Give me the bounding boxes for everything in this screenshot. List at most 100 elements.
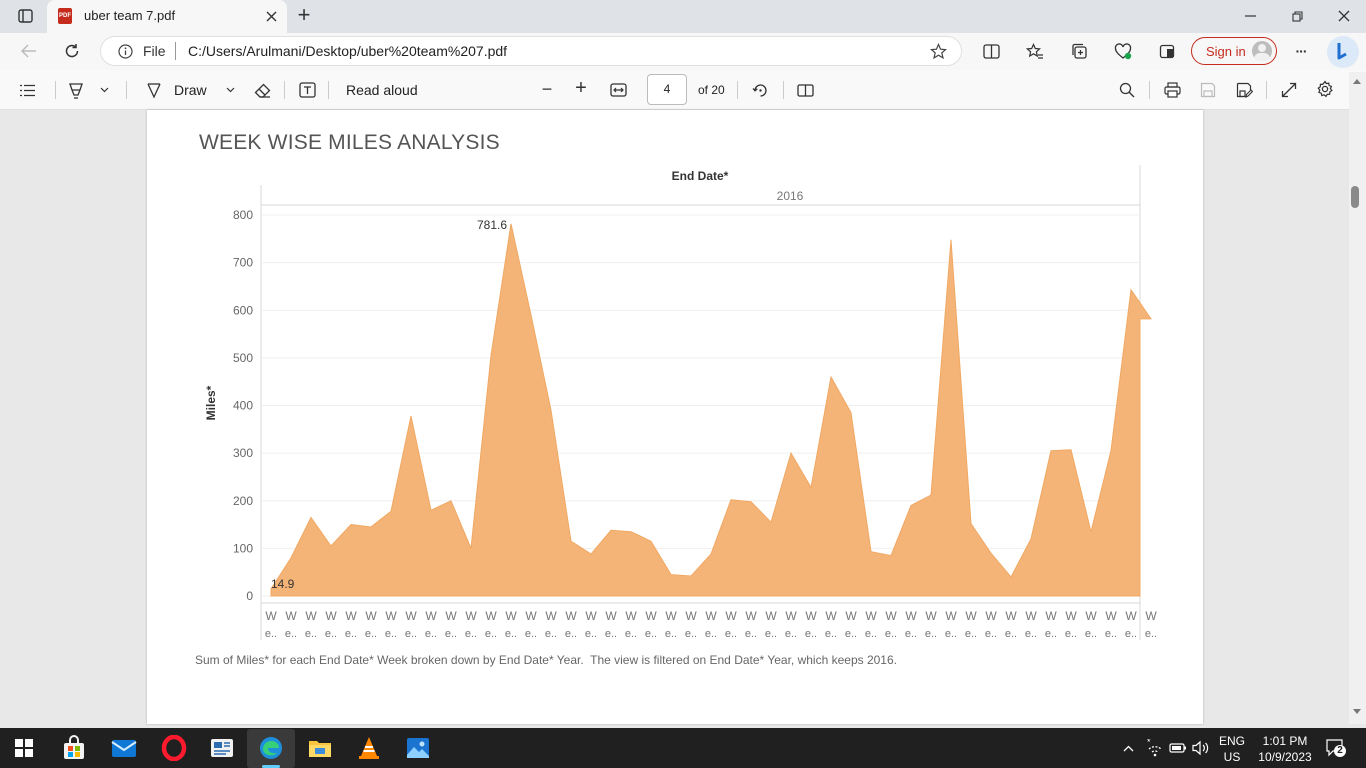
- x-tick-label: e..: [1065, 628, 1077, 640]
- y-axis-title: Miles*: [204, 385, 218, 420]
- x-tick-label: e..: [845, 628, 857, 640]
- x-tick-label: W: [1125, 609, 1137, 623]
- x-tick-label: e..: [445, 628, 457, 640]
- x-tick-label: W: [1105, 609, 1117, 623]
- x-tick-label: W: [385, 609, 397, 623]
- x-tick-label: e..: [725, 628, 737, 640]
- x-tick-label: W: [285, 609, 297, 623]
- edge-app-icon[interactable]: [258, 735, 284, 761]
- miles-area-series: [270, 223, 1152, 597]
- x-tick-label: e..: [925, 628, 937, 640]
- x-tick-label: e..: [505, 628, 517, 640]
- x-tick-label: W: [305, 609, 317, 623]
- x-tick-label: e..: [785, 628, 797, 640]
- x-tick-label: e..: [865, 628, 877, 640]
- x-tick-label: e..: [325, 628, 337, 640]
- x-tick-label: W: [945, 609, 957, 623]
- file-explorer-app-icon[interactable]: [307, 735, 333, 761]
- x-tick-label: W: [1145, 609, 1157, 623]
- x-tick-label: W: [425, 609, 437, 623]
- x-tick-label: W: [965, 609, 977, 623]
- y-tick-label: 0: [246, 589, 253, 603]
- x-tick-label: e..: [285, 628, 297, 640]
- x-tick-label: W: [345, 609, 357, 623]
- x-tick-label: W: [1025, 609, 1037, 623]
- x-tick-label: W: [525, 609, 537, 623]
- x-tick-label: e..: [1085, 628, 1097, 640]
- x-tick-label: e..: [905, 628, 917, 640]
- x-tick-label: W: [405, 609, 417, 623]
- start-button[interactable]: [15, 739, 33, 757]
- x-tick-label: e..: [265, 628, 277, 640]
- column-value: 2016: [777, 189, 804, 203]
- x-tick-label: e..: [465, 628, 477, 640]
- x-tick-label: W: [605, 609, 617, 623]
- x-tick-label: W: [765, 609, 777, 623]
- x-tick-label: e..: [1005, 628, 1017, 640]
- clock[interactable]: 1:01 PM 10/9/2023: [1250, 733, 1320, 765]
- x-tick-label: W: [805, 609, 817, 623]
- x-tick-label: e..: [1105, 628, 1117, 640]
- x-tick-label: W: [545, 609, 557, 623]
- x-tick-label: e..: [545, 628, 557, 640]
- y-tick-label: 200: [233, 494, 253, 508]
- x-tick-label: e..: [605, 628, 617, 640]
- language-indicator[interactable]: ENG US: [1219, 733, 1245, 765]
- data-label: 14.9: [271, 577, 295, 591]
- y-tick-label: 300: [233, 446, 253, 460]
- y-tick-label: 100: [233, 541, 253, 555]
- data-label: 781.6: [477, 218, 507, 232]
- y-tick-label: 600: [233, 303, 253, 317]
- x-tick-label: e..: [425, 628, 437, 640]
- x-tick-label: e..: [345, 628, 357, 640]
- x-tick-label: e..: [885, 628, 897, 640]
- clock-time: 1:01 PM: [1262, 734, 1308, 748]
- x-tick-label: W: [365, 609, 377, 623]
- x-tick-label: W: [925, 609, 937, 623]
- x-tick-label: W: [465, 609, 477, 623]
- x-tick-label: W: [905, 609, 917, 623]
- region-code: US: [1223, 750, 1241, 764]
- x-tick-label: W: [885, 609, 897, 623]
- wifi-icon[interactable]: *: [1145, 737, 1165, 757]
- x-tick-label: W: [1065, 609, 1077, 623]
- x-tick-label: W: [985, 609, 997, 623]
- volume-icon[interactable]: [1191, 740, 1211, 756]
- x-tick-label: e..: [745, 628, 757, 640]
- x-tick-label: e..: [305, 628, 317, 640]
- vlc-app-icon[interactable]: [356, 735, 382, 761]
- x-tick-label: W: [505, 609, 517, 623]
- x-tick-label: e..: [1145, 628, 1157, 640]
- show-hidden-icons-chevron-up-icon[interactable]: [1120, 740, 1136, 756]
- x-tick-label: W: [745, 609, 757, 623]
- notification-center-button[interactable]: 2: [1325, 738, 1347, 758]
- svg-text:*: *: [1147, 739, 1151, 747]
- clock-date: 10/9/2023: [1258, 750, 1312, 764]
- x-tick-label: e..: [525, 628, 537, 640]
- x-tick-label: e..: [805, 628, 817, 640]
- x-tick-label: e..: [405, 628, 417, 640]
- x-tick-label: W: [325, 609, 337, 623]
- x-tick-label: e..: [765, 628, 777, 640]
- x-tick-label: e..: [665, 628, 677, 640]
- x-tick-label: e..: [1025, 628, 1037, 640]
- notification-count-badge: 2: [1337, 745, 1343, 756]
- store-app-icon[interactable]: [61, 735, 87, 761]
- mail-app-icon[interactable]: [111, 735, 137, 761]
- x-tick-label: W: [845, 609, 857, 623]
- y-tick-label: 500: [233, 351, 253, 365]
- x-tick-label: e..: [1045, 628, 1057, 640]
- news-app-icon[interactable]: [209, 735, 235, 761]
- chart-caption: Sum of Miles* for each End Date* Week br…: [195, 653, 897, 667]
- x-tick-label: W: [865, 609, 877, 623]
- opera-app-icon[interactable]: [161, 734, 187, 762]
- x-tick-label: W: [725, 609, 737, 623]
- battery-icon[interactable]: [1169, 741, 1187, 755]
- language-code: ENG: [1219, 734, 1246, 748]
- photos-app-icon[interactable]: [405, 735, 431, 761]
- y-tick-label: 700: [233, 256, 253, 270]
- x-tick-label: e..: [565, 628, 577, 640]
- x-tick-label: e..: [965, 628, 977, 640]
- x-tick-label: e..: [585, 628, 597, 640]
- x-tick-label: W: [265, 609, 277, 623]
